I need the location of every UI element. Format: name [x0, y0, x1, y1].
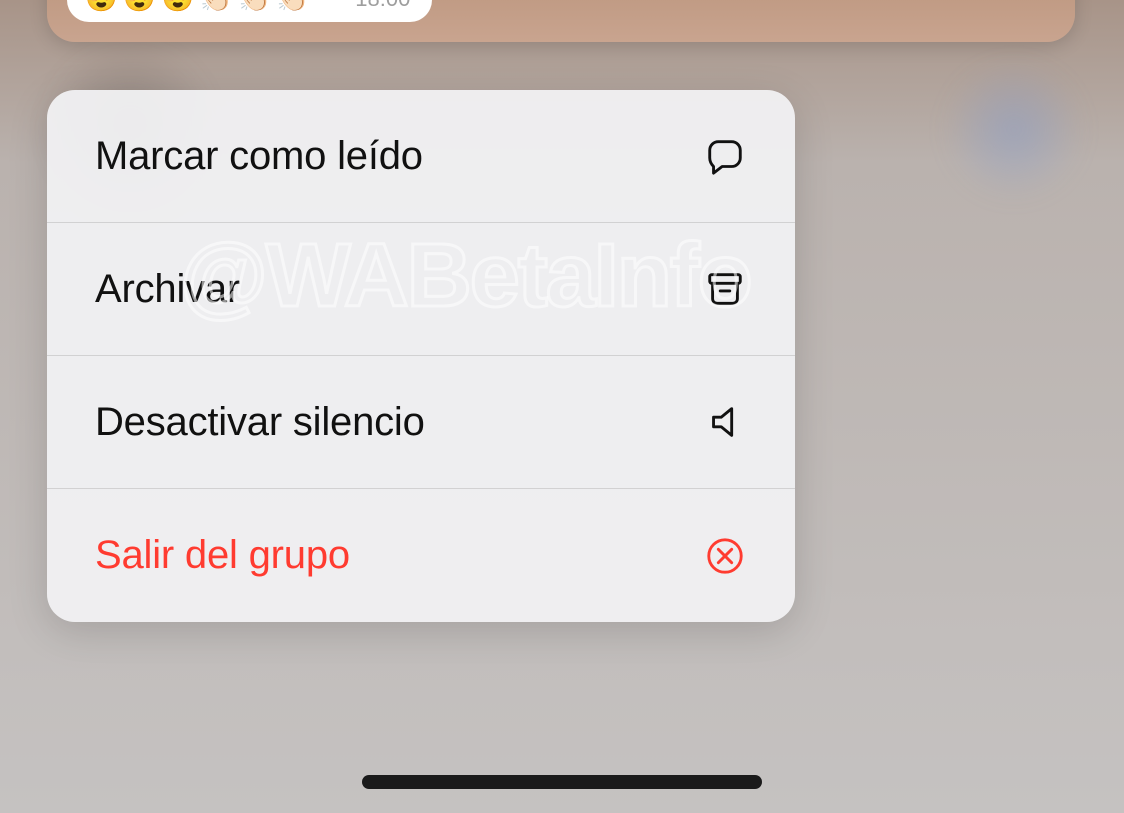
menu-item-leave-group[interactable]: Salir del grupo — [47, 489, 795, 622]
menu-item-label: Salir del grupo — [95, 533, 350, 578]
emoji-icon: 👏🏻 — [277, 0, 309, 14]
home-indicator[interactable] — [362, 775, 762, 789]
archive-icon — [703, 267, 747, 311]
menu-item-label: Desactivar silencio — [95, 400, 425, 445]
menu-item-archive[interactable]: Archivar — [47, 223, 795, 356]
chat-preview-card[interactable]: 😍 😍 😍 👏🏻 👏🏻 👏🏻 18:00 — [47, 0, 1075, 42]
message-time: 18:00 — [355, 0, 410, 12]
background-blur-shape — [944, 60, 1084, 200]
emoji-icon: 👏🏻 — [239, 0, 271, 14]
menu-item-unmute[interactable]: Desactivar silencio — [47, 356, 795, 489]
x-circle-icon — [703, 534, 747, 578]
message-bubble: 😍 😍 😍 👏🏻 👏🏻 👏🏻 18:00 — [67, 0, 432, 22]
context-menu: Marcar como leído Archivar Desactivar si… — [47, 90, 795, 622]
emoji-icon: 👏🏻 — [200, 0, 232, 14]
chat-bubble-icon — [703, 134, 747, 178]
menu-item-mark-read[interactable]: Marcar como leído — [47, 90, 795, 223]
menu-item-label: Marcar como leído — [95, 134, 423, 179]
speaker-icon — [703, 400, 747, 444]
menu-item-label: Archivar — [95, 267, 240, 312]
emoji-icon: 😍 — [123, 0, 155, 14]
emoji-icon: 😍 — [162, 0, 194, 14]
emoji-icon: 😍 — [85, 0, 117, 14]
